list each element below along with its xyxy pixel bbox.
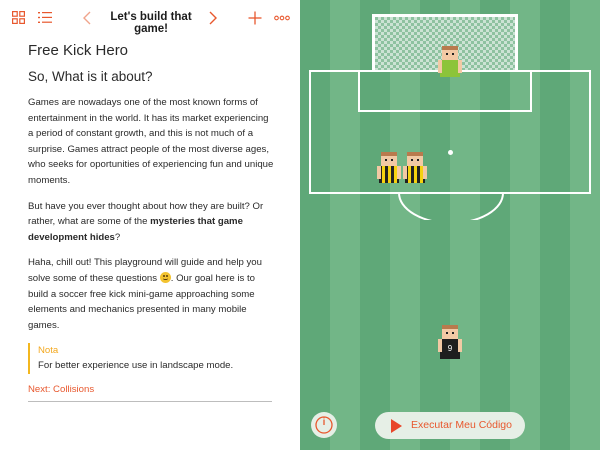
play-icon: [391, 419, 402, 433]
kicker-player[interactable]: 9: [438, 325, 462, 359]
ball[interactable]: [448, 150, 453, 155]
toolbar: Let's build that game!: [0, 0, 300, 36]
page-title: Let's build that game!: [110, 11, 192, 35]
penalty-arc: [398, 192, 504, 220]
lesson-subtitle: So, What is it about?: [28, 69, 153, 84]
intro-paragraph: Games are nowadays one of the most known…: [28, 97, 274, 186]
next-page-link[interactable]: Next: Collisions: [28, 384, 272, 403]
mysteries-paragraph: But have you ever thought about how they…: [28, 199, 276, 246]
lesson-title: Free Kick Hero: [28, 42, 129, 59]
goal-paragraph: Haha, chill out! This playground will gu…: [28, 255, 276, 333]
plus-icon[interactable]: [248, 11, 262, 25]
player-number: 9: [440, 339, 460, 359]
mysteries-text-end: ?: [114, 231, 121, 243]
goalkeeper: [438, 46, 462, 77]
speed-control-button[interactable]: [311, 412, 337, 438]
field-stripe: [330, 0, 360, 450]
note-body: For better experience use in landscape m…: [38, 360, 234, 372]
field-stripe: [570, 0, 600, 450]
grid-icon[interactable]: [12, 11, 26, 25]
live-view-soccer-field: 9 Executar Meu Código: [300, 0, 600, 450]
wall-defender: [377, 152, 401, 183]
list-icon[interactable]: [38, 11, 52, 25]
run-button-label: Executar Meu Código: [411, 419, 512, 431]
playground-page: Let's build that game! Free Kick Hero So…: [0, 0, 300, 450]
lesson-content: Free Kick Hero So, What is it about? Gam…: [28, 42, 276, 403]
smile-emoji-icon: [159, 271, 171, 283]
note-title: Nota: [38, 345, 59, 357]
run-my-code-button[interactable]: Executar Meu Código: [375, 412, 525, 439]
chevron-left-icon[interactable]: [82, 11, 96, 25]
wall-defender: [403, 152, 427, 183]
more-icon[interactable]: [274, 11, 290, 25]
note-callout: Nota For better experience use in landsc…: [28, 343, 276, 375]
chevron-right-icon[interactable]: [208, 11, 222, 25]
speedometer-icon: [315, 416, 333, 434]
